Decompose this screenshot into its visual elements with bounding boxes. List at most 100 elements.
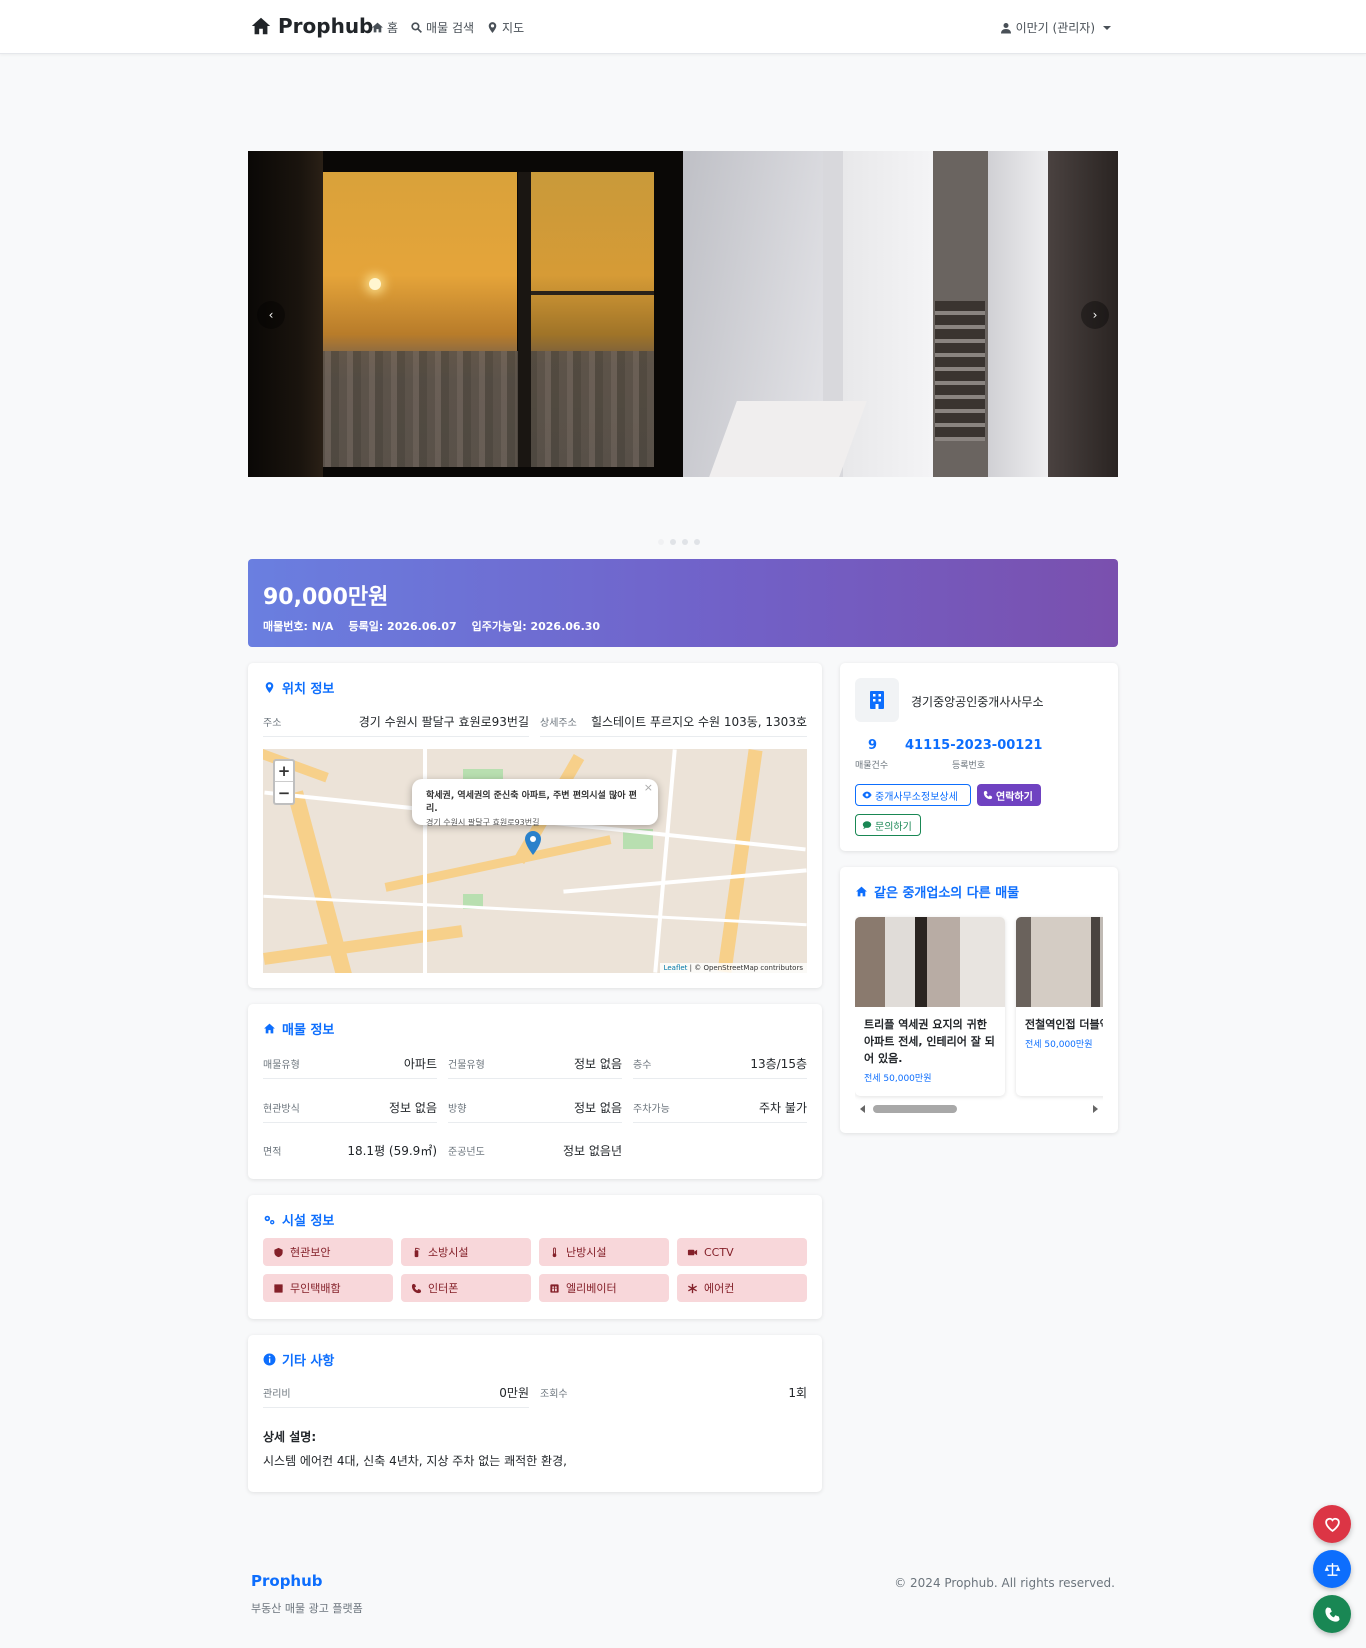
property-row: 현관방식 정보 없음	[263, 1099, 437, 1123]
carousel-prev-button[interactable]: ‹	[257, 301, 285, 329]
user-menu[interactable]: 이만기 (관리자)	[1000, 19, 1111, 36]
description-text: 시스템 에어컨 4대, 신축 4년차, 지상 주차 없는 쾌적한 환경,	[263, 1454, 567, 1468]
facility-label: CCTV	[704, 1245, 734, 1259]
compare-button[interactable]	[1313, 1550, 1351, 1588]
gears-icon	[264, 1215, 275, 1225]
leaflet-link[interactable]: Leaflet	[664, 964, 688, 972]
listing-photo	[1016, 917, 1103, 1007]
contact-label: 연락하기	[996, 791, 1033, 803]
facility-label: 엘리베이터	[566, 1282, 617, 1295]
nav-home[interactable]: 홈	[371, 19, 398, 36]
listing-card[interactable]: 트리플 역세권 요지의 귀한 아파트 전세, 인테리어 잘 되어 있음. 전세 …	[855, 917, 1005, 1096]
location-map[interactable]: + − 학세권, 역세권의 준신축 아파트, 주변 편의시설 많아 편리. 경기…	[263, 749, 807, 973]
related-scroll-area[interactable]: 트리플 역세권 요지의 귀한 아파트 전세, 인테리어 잘 되어 있음. 전세 …	[855, 867, 1103, 1133]
scroll-left-icon[interactable]	[860, 1105, 865, 1113]
box-icon	[274, 1283, 283, 1293]
listing-count-label: 매물건수	[855, 761, 889, 771]
home-icon	[251, 17, 271, 35]
navbar: Prophub 홈 매물 검색 지도 이만기 (관리자)	[0, 0, 1366, 54]
related-listings-card: 같은 중개업소의 다른 매물 트리플 역세권 요지의 귀한 아파트 전세, 인테…	[840, 867, 1118, 1133]
photo-carousel[interactable]: ‹ ›	[248, 151, 1118, 477]
address-row: 주소 경기 수원시 팔달구 효원로93번길	[263, 713, 529, 737]
scale-icon	[1324, 1562, 1340, 1576]
other-title: 기타 사항	[263, 1350, 334, 1369]
property-row: 면적 18.1평 (59.9㎡)	[263, 1142, 437, 1165]
property-label: 주차가능	[633, 1104, 670, 1115]
nav-links: 홈 매물 검색 지도	[371, 19, 524, 36]
agent-detail-button[interactable]: 중개사무소정보상세	[855, 784, 971, 806]
other-card: 기타 사항 관리비 0만원 조회수 1회 상세 설명: 시스템 에어컨 4대, …	[248, 1335, 822, 1492]
call-button[interactable]	[1313, 1595, 1351, 1633]
location-title: 위치 정보	[263, 678, 334, 697]
video-camera-icon	[687, 1249, 698, 1255]
carousel-indicators	[658, 539, 700, 545]
home-icon	[372, 22, 383, 33]
map-attribution: Leaflet | © OpenStreetMap contributors	[659, 963, 807, 973]
carousel-indicator[interactable]	[694, 539, 700, 545]
facility-label: 무인택배함	[290, 1282, 341, 1295]
map-popup: 학세권, 역세권의 준신축 아파트, 주변 편의시설 많아 편리. 경기 수원시…	[412, 779, 658, 827]
nav-search-label: 매물 검색	[426, 21, 475, 35]
property-label: 면적	[263, 1147, 282, 1158]
price-header: 90,000만원 매물번호: N/A 등록일: 2026.06.07 입주가능일…	[248, 559, 1118, 647]
inquiry-button[interactable]: 문의하기	[855, 814, 921, 836]
property-label: 현관방식	[263, 1104, 300, 1115]
contact-button[interactable]: 연락하기	[977, 784, 1041, 806]
map-zoom-control: + −	[273, 759, 295, 805]
carousel-indicator[interactable]	[682, 539, 688, 545]
views-label: 조회수	[540, 1389, 568, 1400]
facility-label: 인터폰	[428, 1282, 459, 1295]
location-title-text: 위치 정보	[282, 682, 335, 697]
footer-brand[interactable]: Prophub	[251, 1572, 323, 1590]
description-label: 상세 설명:	[263, 1430, 317, 1444]
close-icon[interactable]: ×	[644, 781, 653, 794]
building-icon	[870, 691, 884, 709]
facility-label: 소방시설	[428, 1246, 469, 1259]
property-value: 13층/15층	[750, 1057, 807, 1071]
property-title: 매물 정보	[263, 1019, 334, 1038]
horizontal-scrollbar[interactable]	[873, 1105, 957, 1113]
listing-number: 매물번호: N/A	[263, 620, 334, 633]
facility-badge: 인터폰	[401, 1274, 531, 1302]
other-title-text: 기타 사항	[282, 1354, 335, 1369]
property-row: 매물유형 아파트	[263, 1055, 437, 1079]
scroll-right-icon[interactable]	[1093, 1105, 1098, 1113]
photo-closet-room	[683, 151, 1118, 477]
agent-name: 경기중앙공인중개사사무소	[911, 695, 1044, 709]
management-fee-value: 0만원	[499, 1386, 529, 1400]
views-value: 1회	[788, 1386, 807, 1400]
brand-name: Prophub	[278, 14, 374, 38]
favorite-button[interactable]	[1313, 1505, 1351, 1543]
carousel-next-button[interactable]: ›	[1081, 301, 1109, 329]
property-label: 방향	[448, 1104, 467, 1115]
chat-icon	[862, 821, 872, 830]
brand-logo[interactable]: Prophub	[250, 14, 373, 38]
nav-home-label: 홈	[387, 21, 399, 35]
inquiry-label: 문의하기	[875, 821, 912, 833]
fire-extinguisher-icon	[414, 1247, 420, 1257]
listing-title: 전철역인접 더블역	[1025, 1018, 1103, 1031]
map-marker-icon[interactable]	[525, 831, 541, 855]
facility-label: 현관보안	[290, 1246, 331, 1259]
listing-price: 전세 50,000만원	[864, 1074, 932, 1084]
carousel-indicator[interactable]	[670, 539, 676, 545]
price-amount: 90,000만원	[263, 585, 389, 610]
nav-map[interactable]: 지도	[486, 19, 524, 36]
listing-card[interactable]: 전철역인접 더블역 전세 50,000만원	[1016, 917, 1103, 1096]
property-value: 아파트	[403, 1057, 437, 1071]
map-marker-icon	[488, 22, 497, 33]
listing-title: 트리플 역세권 요지의 귀한 아파트 전세, 인테리어 잘 되어 있음.	[864, 1018, 995, 1065]
property-card: 매물 정보 매물유형 아파트 건물유형 정보 없음 층수 13층/15층 현관방…	[248, 1004, 822, 1179]
property-title-text: 매물 정보	[282, 1023, 335, 1038]
zoom-in-button[interactable]: +	[275, 761, 293, 782]
listing-photo	[855, 917, 1005, 1007]
facility-badge: 소방시설	[401, 1238, 531, 1266]
eye-icon	[862, 791, 872, 799]
property-row: 건물유형 정보 없음	[448, 1055, 622, 1079]
zoom-out-button[interactable]: −	[275, 782, 293, 803]
property-row: 방향 정보 없음	[448, 1099, 622, 1123]
user-name: 이만기 (관리자)	[1015, 21, 1095, 35]
nav-search[interactable]: 매물 검색	[410, 19, 474, 36]
property-value: 정보 없음	[574, 1057, 622, 1071]
carousel-indicator[interactable]	[658, 539, 664, 545]
